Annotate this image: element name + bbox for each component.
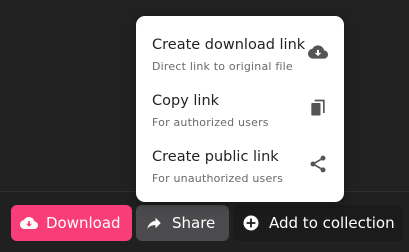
- menu-item-title: Create download link: [152, 37, 306, 53]
- menu-item-subtitle: For unauthorized users: [152, 172, 284, 185]
- menu-item-create-public-link[interactable]: Create public link For unauthorized user…: [136, 149, 344, 203]
- copy-icon: [308, 98, 328, 118]
- cloud-download-icon: [308, 42, 328, 62]
- plus-circle-icon: [242, 214, 260, 232]
- share-menu: Create download link Direct link to orig…: [136, 16, 344, 202]
- cloud-download-icon: [20, 214, 38, 232]
- menu-item-copy-link[interactable]: Copy link For authorized users: [136, 93, 344, 147]
- add-to-collection-button[interactable]: Add to collection: [233, 205, 403, 241]
- download-button[interactable]: Download: [11, 205, 132, 241]
- menu-item-subtitle: Direct link to original file: [152, 60, 293, 73]
- share-icon: [308, 154, 328, 174]
- share-label: Share: [172, 214, 216, 232]
- download-label: Download: [46, 214, 121, 232]
- menu-item-create-download-link[interactable]: Create download link Direct link to orig…: [136, 37, 344, 91]
- share-arrow-icon: [145, 214, 163, 232]
- share-button[interactable]: Share: [136, 205, 229, 241]
- menu-item-subtitle: For authorized users: [152, 116, 269, 129]
- menu-item-title: Create public link: [152, 149, 279, 165]
- menu-item-title: Copy link: [152, 93, 220, 109]
- add-to-collection-label: Add to collection: [269, 214, 395, 232]
